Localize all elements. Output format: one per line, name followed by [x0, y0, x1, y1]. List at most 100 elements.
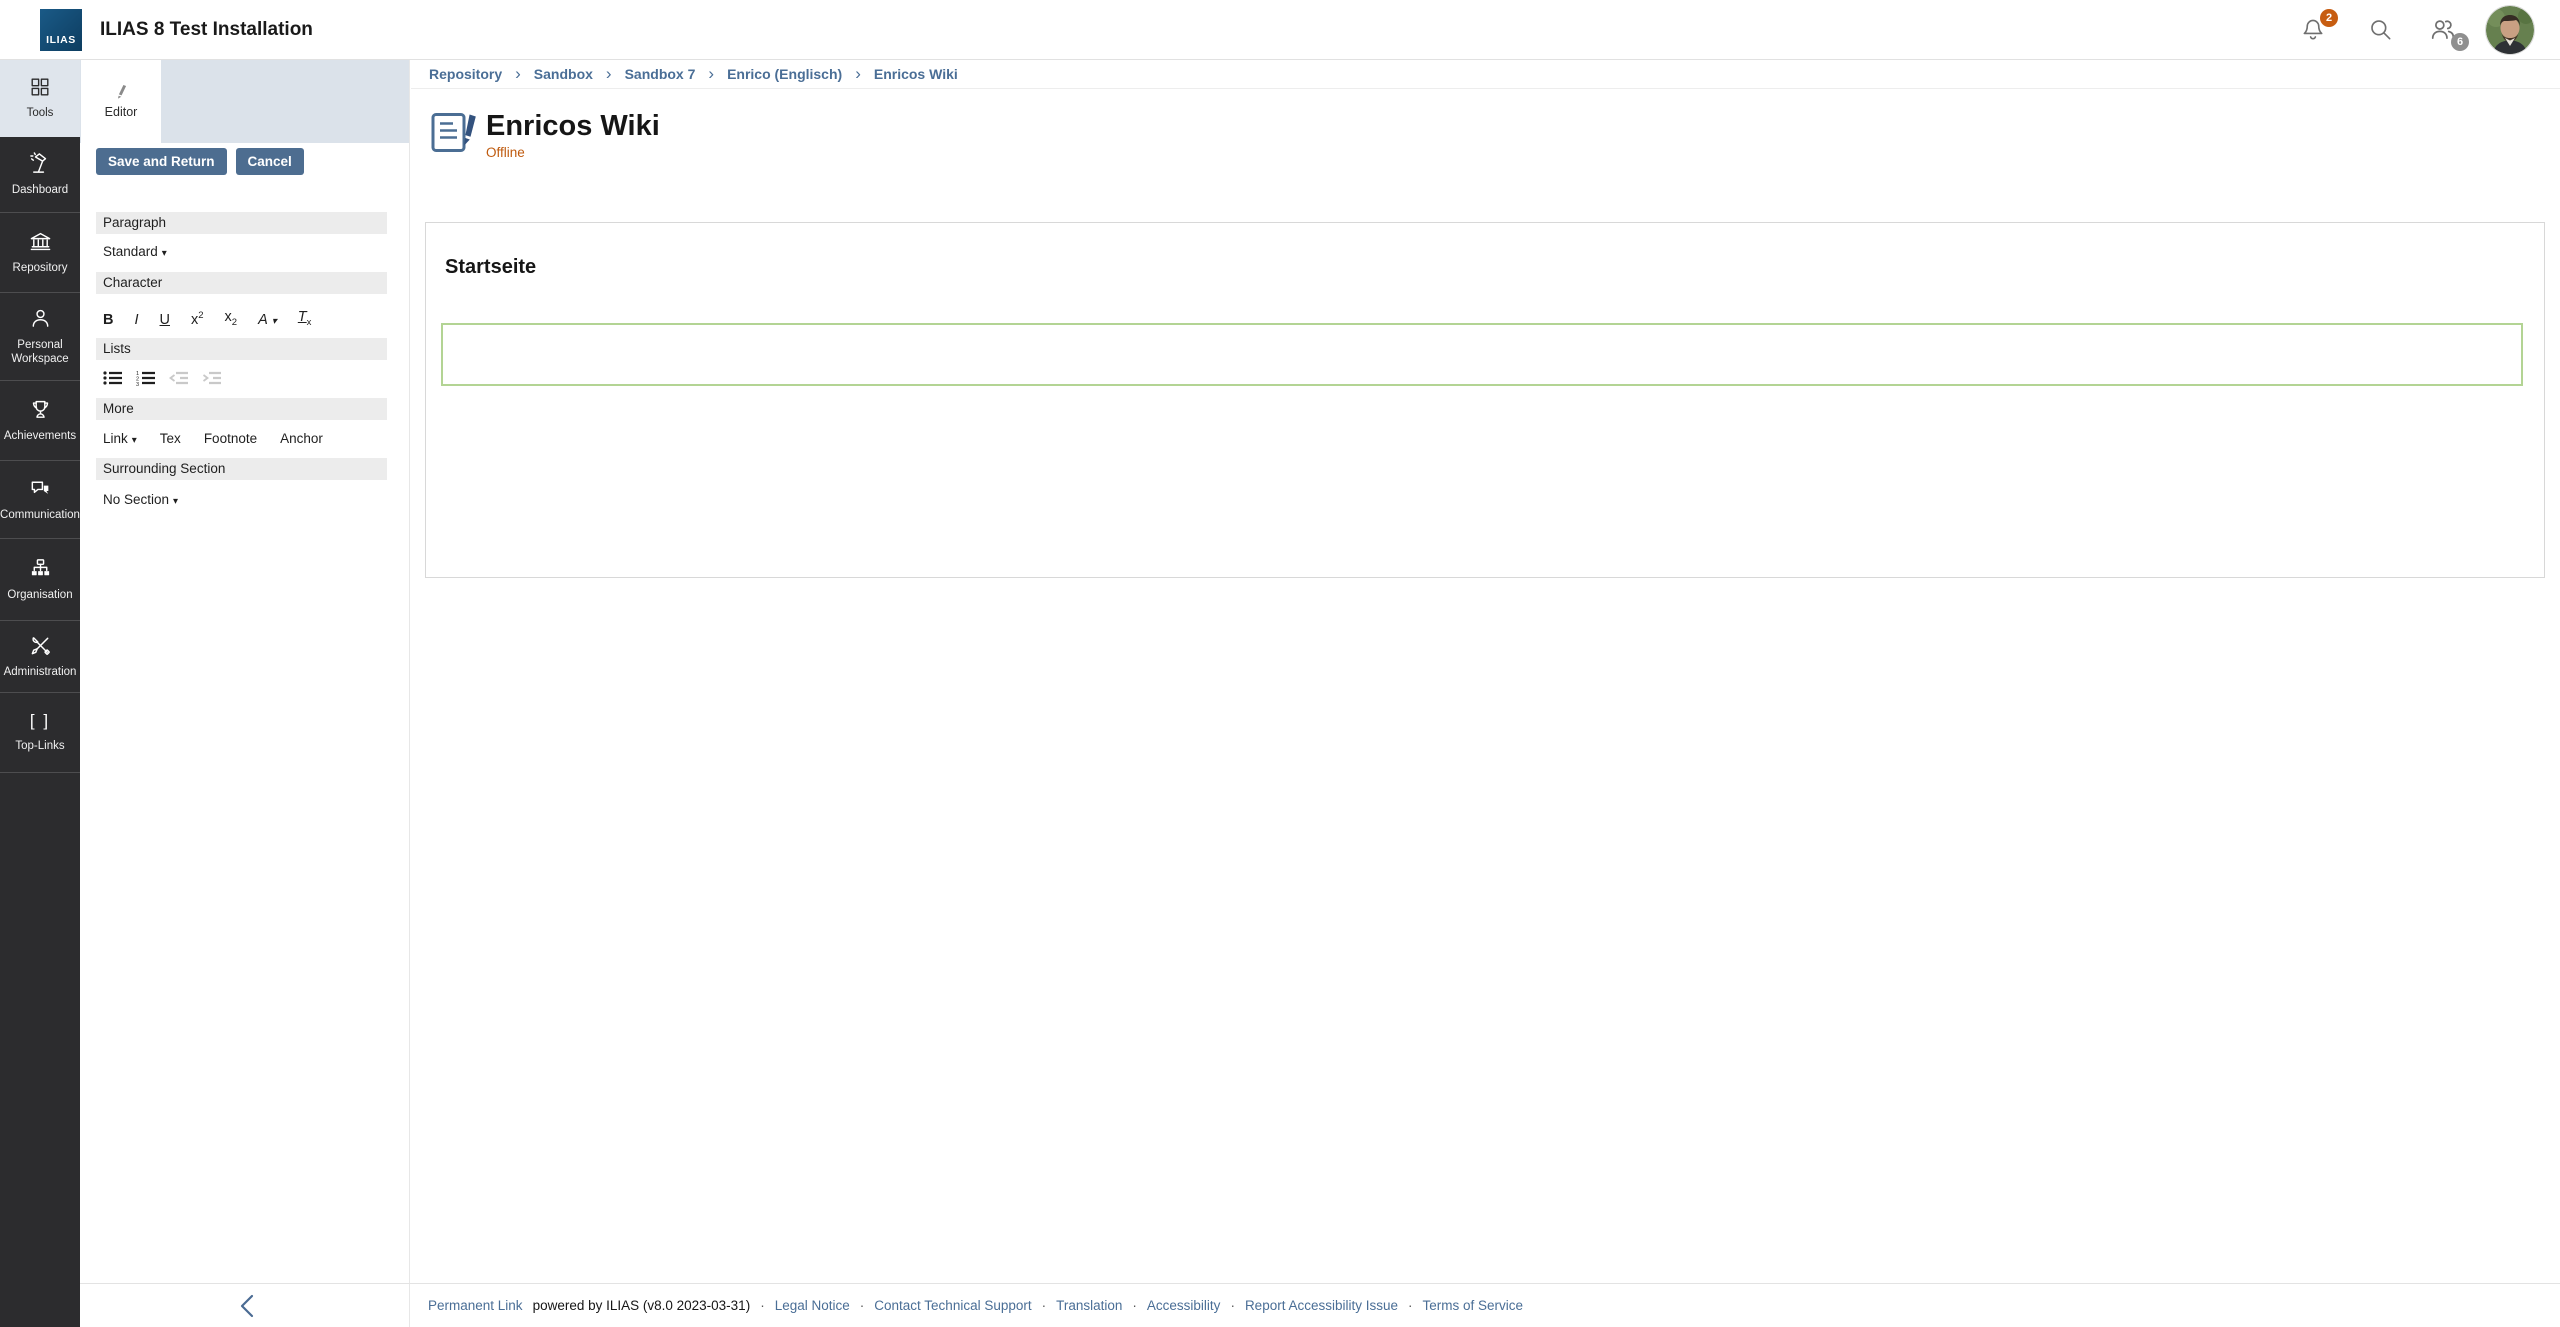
top-bar-actions: 2 6 [2300, 0, 2534, 60]
svg-text:3: 3 [136, 382, 139, 386]
indent-icon[interactable] [202, 370, 222, 386]
sidebar-item-tools[interactable]: Tools [0, 60, 80, 137]
paragraph-style-selected: Standard [103, 244, 158, 259]
editor-tab-strip: Editor [80, 60, 409, 143]
footer-link-accessibility[interactable]: Accessibility [1147, 1298, 1221, 1313]
installation-title: ILIAS 8 Test Installation [100, 19, 313, 41]
page-title-group: Enricos Wiki Offline [486, 111, 660, 160]
main-content: Repository › Sandbox › Sandbox 7 › Enric… [411, 60, 2560, 1283]
tab-editor-label: Editor [105, 105, 138, 119]
caret-down-icon: ▾ [173, 496, 178, 507]
dot-separator: · [760, 1298, 765, 1313]
dot-separator: · [1132, 1298, 1137, 1313]
chevron-left-icon [237, 1293, 257, 1319]
crossed-tools-icon [29, 634, 52, 657]
trophy-icon [29, 398, 52, 421]
chevron-right-icon: › [606, 64, 612, 84]
link-dropdown[interactable]: Link▾ [103, 431, 137, 446]
bold-button[interactable]: B [103, 313, 113, 328]
footer-link-contact-support[interactable]: Contact Technical Support [874, 1298, 1031, 1313]
user-avatar[interactable] [2486, 6, 2534, 54]
sidebar-item-label: Top-Links [15, 739, 64, 753]
breadcrumb-sandbox-7[interactable]: Sandbox 7 [625, 66, 696, 82]
surrounding-section-selected: No Section [103, 492, 169, 507]
brackets-icon: [ ] [30, 711, 50, 731]
subscript-button[interactable]: x2 [225, 310, 238, 327]
ilias-logo[interactable]: ILIAS [40, 9, 82, 51]
sidebar-item-organisation[interactable]: Organisation [0, 539, 80, 621]
superscript-script: 2 [198, 310, 203, 321]
pencil-icon [115, 84, 127, 99]
subscript-base: x [225, 309, 232, 325]
breadcrumb-enrico-englisch[interactable]: Enrico (Englisch) [727, 66, 842, 82]
footer-link-terms-of-service[interactable]: Terms of Service [1423, 1298, 1524, 1313]
online-count-badge: 6 [2451, 33, 2469, 51]
lists-toolbar: 123 [103, 370, 387, 386]
wiki-page-panel: Startseite [425, 222, 2545, 578]
outdent-icon[interactable] [169, 370, 189, 386]
cancel-button[interactable]: Cancel [236, 148, 304, 175]
link-label: Link [103, 431, 128, 446]
sidebar-item-label: Repository [13, 261, 68, 275]
dot-separator: · [1408, 1298, 1413, 1313]
search-icon [2368, 17, 2394, 43]
powered-by-text: powered by ILIAS (v8.0 2023-03-31) [533, 1298, 751, 1313]
sidebar-item-label: Organisation [7, 588, 72, 602]
sidebar-item-dashboard[interactable]: Dashboard [0, 137, 80, 213]
sidebar-item-label: Personal Workspace [2, 338, 78, 367]
ilias-logo-text: ILIAS [46, 34, 76, 46]
sidebar-item-label: Dashboard [12, 183, 68, 197]
breadcrumb: Repository › Sandbox › Sandbox 7 › Enric… [411, 60, 2560, 89]
sidebar-item-communication[interactable]: Communication [0, 461, 80, 539]
anchor-button[interactable]: Anchor [280, 431, 323, 446]
who-is-online-button[interactable]: 6 [2428, 16, 2458, 44]
paragraph-style-dropdown[interactable]: Standard▾ [103, 244, 387, 259]
character-toolbar: B I U x2 x2 A▾ Tx [103, 303, 387, 327]
save-and-return-button[interactable]: Save and Return [96, 148, 227, 175]
surrounding-section-header: Surrounding Section [96, 458, 387, 480]
editor-side-panel: Editor Save and Return Cancel Paragraph … [80, 60, 410, 1327]
tools-grid-icon [29, 76, 51, 98]
sidebar-item-label: Administration [4, 665, 77, 679]
collapse-panel-button[interactable] [237, 1293, 257, 1324]
subscript-script: 2 [232, 317, 237, 328]
sidebar-item-repository[interactable]: Repository [0, 213, 80, 293]
sidebar-item-achievements[interactable]: Achievements [0, 381, 80, 461]
footer-link-legal-notice[interactable]: Legal Notice [775, 1298, 850, 1313]
sidebar-item-administration[interactable]: Administration [0, 621, 80, 693]
sidebar-item-label: Achievements [4, 429, 76, 443]
lists-section-header: Lists [96, 338, 387, 360]
numbered-list-icon[interactable]: 123 [136, 370, 156, 386]
chevron-right-icon: › [515, 64, 521, 84]
chevron-right-icon: › [708, 64, 714, 84]
superscript-button[interactable]: x2 [191, 311, 204, 327]
sidebar-item-label: Tools [27, 106, 54, 120]
underline-button[interactable]: U [160, 313, 170, 328]
footer-link-translation[interactable]: Translation [1056, 1298, 1122, 1313]
wiki-page-heading: Startseite [445, 256, 2544, 279]
org-chart-icon [29, 557, 52, 580]
remove-format-button[interactable]: Tx [298, 310, 312, 327]
breadcrumb-repository[interactable]: Repository [429, 66, 502, 82]
avatar-photo [2486, 6, 2534, 54]
footnote-button[interactable]: Footnote [204, 431, 257, 446]
chevron-right-icon: › [855, 64, 861, 84]
notification-center-button[interactable]: 2 [2300, 17, 2326, 43]
breadcrumb-enricos-wiki[interactable]: Enricos Wiki [874, 66, 958, 82]
footer: Permanent Link powered by ILIAS (v8.0 20… [80, 1283, 2560, 1327]
editable-paragraph-area[interactable] [441, 323, 2523, 386]
dot-separator: · [1230, 1298, 1235, 1313]
surrounding-section-dropdown[interactable]: No Section ▾ [103, 492, 387, 507]
italic-button[interactable]: I [134, 313, 138, 328]
footer-link-report-accessibility-issue[interactable]: Report Accessibility Issue [1245, 1298, 1398, 1313]
permanent-link[interactable]: Permanent Link [428, 1298, 523, 1313]
breadcrumb-sandbox[interactable]: Sandbox [534, 66, 593, 82]
footer-links: Permanent Link powered by ILIAS (v8.0 20… [428, 1298, 1523, 1313]
sidebar-item-top-links[interactable]: [ ] Top-Links [0, 693, 80, 773]
bullet-list-icon[interactable] [103, 370, 123, 386]
search-button[interactable] [2368, 17, 2394, 43]
tex-button[interactable]: Tex [160, 431, 181, 446]
text-color-dropdown[interactable]: A▾ [258, 313, 277, 328]
sidebar-item-personal-workspace[interactable]: Personal Workspace [0, 293, 80, 381]
tab-editor[interactable]: Editor [81, 60, 161, 143]
